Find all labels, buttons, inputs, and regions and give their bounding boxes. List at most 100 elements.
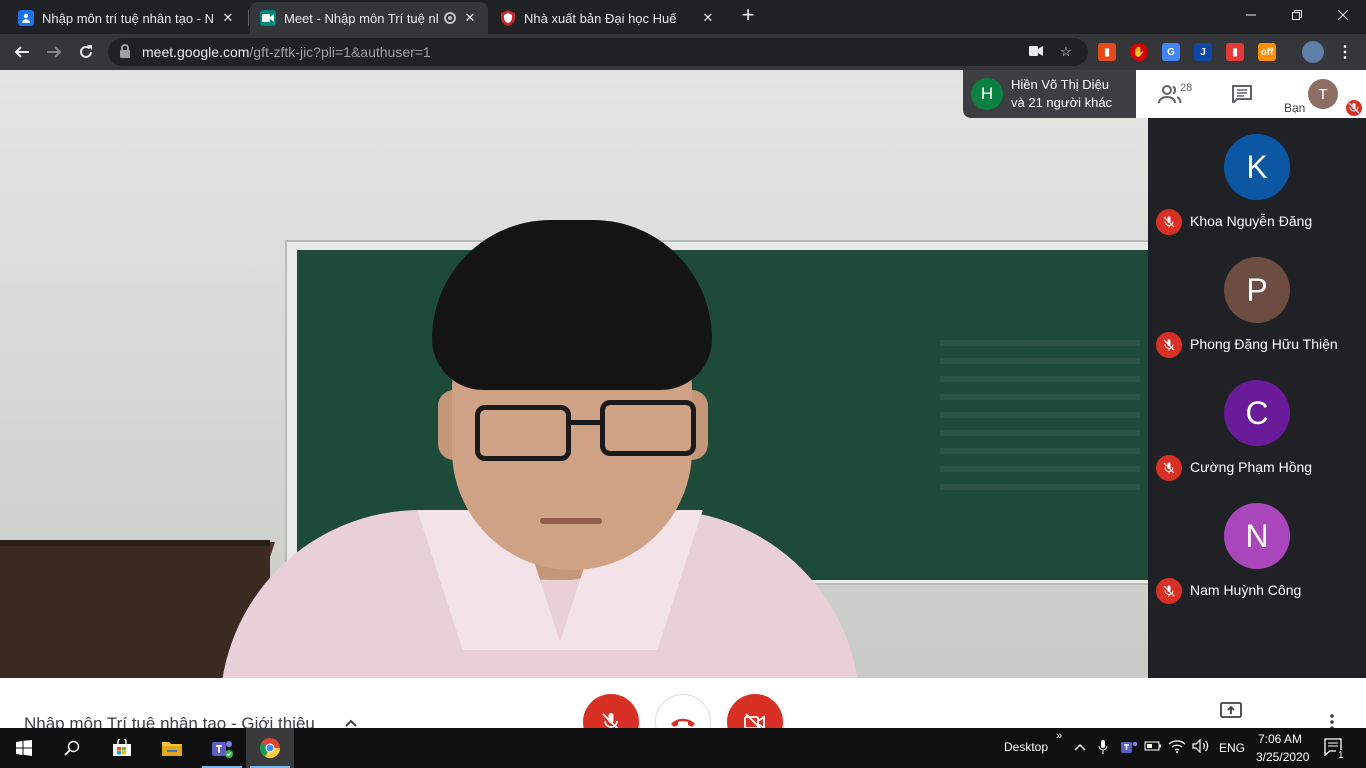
self-label: Bạn: [1284, 101, 1306, 115]
restore-icon[interactable]: [1274, 0, 1320, 30]
close-tab-icon[interactable]: ✕: [462, 10, 478, 26]
hang-up-icon: [671, 718, 695, 727]
people-count: 28: [1180, 82, 1193, 94]
volume-icon[interactable]: [1192, 738, 1210, 756]
participant-tile[interactable]: P Phong Đặng Hữu Thiện: [1148, 241, 1366, 364]
participant-name: Cường Phạm Hồng: [1190, 459, 1313, 475]
present-now-icon[interactable]: [1220, 702, 1242, 720]
extension-j-icon[interactable]: J: [1194, 43, 1212, 61]
recording-indicator-icon: [444, 12, 456, 24]
chevron-up-icon[interactable]: [344, 716, 358, 728]
participant-tile[interactable]: N Nam Huỳnh Công: [1148, 487, 1366, 610]
wifi-icon[interactable]: [1168, 739, 1186, 756]
mic-off-icon: [1156, 578, 1182, 604]
microphone-icon[interactable]: [1098, 739, 1108, 758]
people-icon[interactable]: [1158, 84, 1182, 108]
tab-classroom[interactable]: Nhập môn trí tuệ nhân tạo - Nhó ✕: [8, 2, 246, 34]
tab-nxb-hue[interactable]: Nhà xuất bản Đại học Huế ✕: [490, 2, 726, 34]
forward-arrow-icon[interactable]: [40, 38, 68, 66]
desktop-toolbar-label[interactable]: Desktop: [1004, 740, 1048, 754]
shield-icon: [500, 10, 516, 26]
lock-icon: [120, 44, 130, 58]
new-tab-button[interactable]: +: [736, 4, 760, 28]
tab-strip: Nhập môn trí tuệ nhân tạo - Nhó ✕ Meet -…: [0, 0, 1366, 34]
camera-off-icon: [744, 713, 765, 728]
file-explorer-icon[interactable]: [148, 728, 196, 768]
video-person-glasses: [600, 400, 696, 456]
main-video[interactable]: [0, 70, 1148, 678]
close-tab-icon[interactable]: ✕: [700, 10, 716, 26]
mic-off-icon: [1156, 209, 1182, 235]
video-person-glasses: [566, 420, 604, 425]
presenter-avatar: H: [971, 78, 1003, 110]
video-person-glasses: [475, 405, 571, 461]
windows-start-icon[interactable]: [0, 728, 48, 768]
meet-area: H Hiền Võ Thị Diệu và 21 người khác 28 B…: [0, 70, 1366, 728]
mic-off-icon: [1156, 332, 1182, 358]
bookmark-star-icon[interactable]: ☆: [1058, 44, 1074, 60]
back-arrow-icon[interactable]: [8, 38, 36, 66]
extension-translate-icon[interactable]: G: [1162, 43, 1180, 61]
video-chalk-marks: [940, 340, 1140, 500]
meeting-title[interactable]: Nhập môn Trí tuệ nhân tạo - Giới thiệu: [24, 714, 315, 728]
presenter-name: Hiền Võ Thị Diệu: [1011, 77, 1110, 92]
video-person-mouth: [540, 518, 602, 524]
participant-avatar: N: [1224, 503, 1290, 569]
mic-off-icon: [1346, 100, 1362, 116]
participant-avatar: P: [1224, 257, 1290, 323]
reload-icon[interactable]: [72, 38, 100, 66]
extension-adblock-icon[interactable]: ✋: [1130, 43, 1148, 61]
battery-icon[interactable]: [1144, 740, 1162, 755]
notification-count: 1: [1336, 750, 1346, 761]
meeting-bottom-bar: Nhập môn Trí tuệ nhân tạo - Giới thiệu: [0, 678, 1366, 728]
toolbar-overflow-icon[interactable]: »: [1056, 730, 1062, 742]
mic-off-icon: [602, 713, 619, 728]
meet-top-controls: 28 Bạn T: [1136, 70, 1366, 118]
presenter-chip[interactable]: H Hiền Võ Thị Diệu và 21 người khác: [963, 70, 1139, 118]
extension-off-icon[interactable]: off: [1258, 43, 1276, 61]
mic-toggle-button[interactable]: [583, 694, 639, 728]
tab-meet[interactable]: Meet - Nhập môn Trí tuệ nhâ ✕: [250, 2, 488, 34]
windows-taskbar: Desktop » ENG 7:06 AM 3/25/2020 1: [0, 728, 1366, 768]
participant-tile[interactable]: C Cường Phạm Hồng: [1148, 364, 1366, 487]
participant-name: Nam Huỳnh Công: [1190, 582, 1302, 598]
camera-toggle-button[interactable]: [727, 694, 783, 728]
extension-office-icon[interactable]: ▮: [1098, 43, 1116, 61]
more-options-icon[interactable]: [1330, 714, 1334, 728]
teams-tray-icon[interactable]: [1120, 739, 1138, 758]
address-bar[interactable]: meet.google.com/gft-zftk-jic?pli=1&authu…: [108, 38, 1088, 66]
participant-avatar: C: [1224, 380, 1290, 446]
close-window-icon[interactable]: [1320, 0, 1366, 30]
teams-icon[interactable]: [198, 728, 246, 768]
browser-toolbar: meet.google.com/gft-zftk-jic?pli=1&authu…: [0, 34, 1366, 70]
chrome-icon[interactable]: [246, 728, 294, 768]
tray-chevron-up-icon[interactable]: [1074, 741, 1086, 755]
close-tab-icon[interactable]: ✕: [220, 10, 236, 26]
search-icon[interactable]: [48, 728, 96, 768]
store-icon[interactable]: [98, 728, 146, 768]
tab-title: Nhà xuất bản Đại học Huế: [524, 10, 677, 26]
tab-separator: [248, 10, 249, 26]
profile-avatar-icon[interactable]: [1302, 41, 1324, 63]
presenter-text: Hiền Võ Thị Diệu và 21 người khác: [1011, 76, 1112, 112]
url-text: meet.google.com/gft-zftk-jic?pli=1&authu…: [142, 44, 431, 60]
camera-icon[interactable]: [1028, 44, 1044, 60]
participant-list: K Khoa Nguyễn Đăng P Phong Đặng Hữu Thiệ…: [1148, 118, 1366, 610]
presenter-others: và 21 người khác: [1011, 95, 1113, 110]
extension-bookmark-icon[interactable]: ▮: [1226, 43, 1244, 61]
chrome-menu-icon[interactable]: ⋮: [1336, 43, 1354, 61]
mic-off-icon: [1156, 455, 1182, 481]
tab-title: Meet - Nhập môn Trí tuệ nhâ: [284, 10, 438, 26]
tab-title: Nhập môn trí tuệ nhân tạo - Nhó: [42, 10, 214, 26]
participant-tile[interactable]: K Khoa Nguyễn Đăng: [1148, 118, 1366, 241]
participant-name: Khoa Nguyễn Đăng: [1190, 213, 1313, 229]
clock-time[interactable]: 7:06 AM: [1258, 732, 1302, 746]
participant-avatar: K: [1224, 134, 1290, 200]
chat-icon[interactable]: [1232, 85, 1252, 106]
minimize-icon[interactable]: [1228, 0, 1274, 30]
self-avatar[interactable]: T: [1308, 79, 1338, 109]
clock-date[interactable]: 3/25/2020: [1256, 750, 1309, 764]
meet-icon: [260, 10, 276, 26]
leave-call-button[interactable]: [655, 694, 711, 728]
language-indicator[interactable]: ENG: [1219, 741, 1245, 755]
